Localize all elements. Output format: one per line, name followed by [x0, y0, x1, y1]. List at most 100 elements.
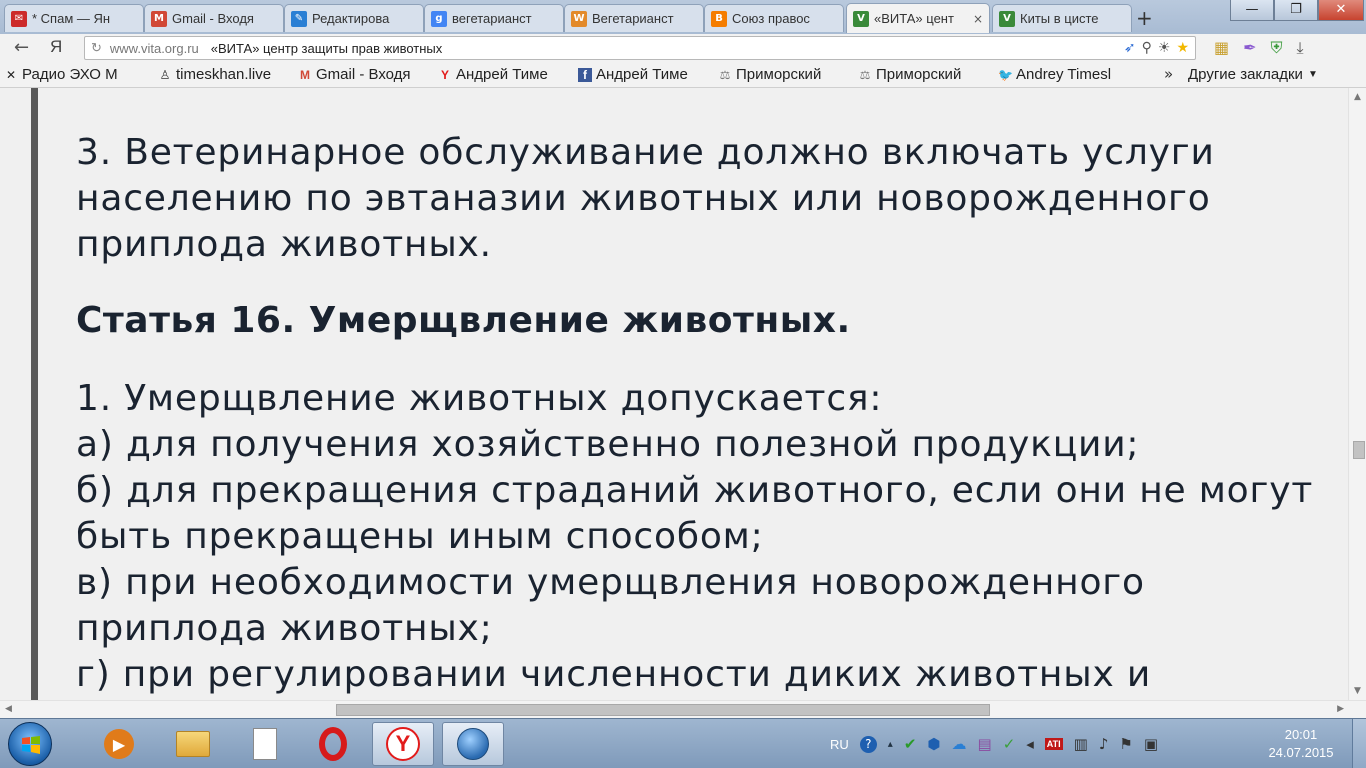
url-host: www.vita.org.ru	[109, 40, 199, 56]
network-icon[interactable]: ▣	[1144, 735, 1158, 753]
back-arrow-icon[interactable]: ←	[14, 37, 29, 58]
tab-edit[interactable]: ✎ Редактирова	[284, 4, 424, 32]
bookmark-facebook[interactable]: f Андрей Тиме	[578, 66, 706, 83]
window-controls: — ❐ ✕	[1230, 0, 1364, 22]
bookmark-label: Andrey Timesl	[1016, 66, 1112, 83]
article-body: 3. Ветеринарное обслуживание должно вклю…	[76, 130, 1346, 698]
show-desktop-button[interactable]	[1352, 719, 1366, 768]
vertical-scroll-thumb[interactable]	[1353, 441, 1365, 459]
vertical-scrollbar[interactable]: ▲ ▼	[1348, 88, 1366, 700]
bookmark-twitter[interactable]: 🐦 Andrey Timesl	[998, 66, 1126, 83]
yandex-logo-icon[interactable]: Я	[50, 37, 62, 57]
scroll-right-arrow-icon[interactable]: ▶	[1337, 704, 1344, 714]
new-tab-button[interactable]: +	[1136, 6, 1153, 30]
download-icon[interactable]: ⤓	[1297, 38, 1304, 58]
bookmark-star-icon[interactable]: ★	[1176, 39, 1189, 56]
bookmark-label: Приморский	[876, 66, 962, 83]
rocket-icon[interactable]: ➶	[1124, 39, 1136, 56]
bookmarks-overflow-button[interactable]: »	[1164, 65, 1173, 83]
tray-chevron-icon[interactable]: ▴	[888, 739, 893, 750]
bookmark-primorsky-2[interactable]: ⚖ Приморский	[858, 66, 986, 83]
toolbar-extensions: ▦ ✒ ⛨ ⤓	[1214, 38, 1304, 58]
article-paragraph: 1. Умерщвление животных допускается:	[76, 378, 883, 419]
volume-icon[interactable]: ♪	[1099, 735, 1109, 753]
page-title: «ВИТА» центр защиты прав животных	[210, 40, 443, 56]
horizontal-scrollbar[interactable]: ◀ ▶	[0, 700, 1366, 718]
bookmark-echo[interactable]: ✕ Радио ЭХО М	[4, 66, 146, 83]
tab-title: Вегетарианст	[592, 11, 674, 26]
article-list-item: в) при необходимости умерщвления новорож…	[76, 562, 1145, 649]
windows-logo-icon	[22, 736, 40, 754]
tab-google-search[interactable]: g вегетарианст	[424, 4, 564, 32]
minimize-button[interactable]: —	[1230, 0, 1274, 21]
address-bar[interactable]: ↻ www.vita.org.ru «ВИТА» центр защиты пр…	[84, 36, 1196, 60]
reload-icon[interactable]: ↻	[91, 40, 102, 56]
wiki-icon: W	[571, 10, 587, 27]
close-button[interactable]: ✕	[1318, 0, 1364, 21]
bookmark-primorsky-1[interactable]: ⚖ Приморский	[718, 66, 846, 83]
taskbar-media-player[interactable]: ▶	[88, 722, 150, 766]
taskbar-document[interactable]	[234, 722, 296, 766]
article-heading: Статья 16. Умерщвление животных.	[76, 300, 851, 341]
taskbar-opera[interactable]	[302, 722, 364, 766]
feather-icon[interactable]: ✒	[1243, 38, 1256, 58]
taskbar-explorer[interactable]	[162, 722, 224, 766]
bookmark-label: Приморский	[736, 66, 822, 83]
article-list-item: г) при регулировании численности диких ж…	[76, 654, 1152, 695]
other-bookmarks-button[interactable]: Другие закладки ▼	[1188, 66, 1338, 83]
browser-toolbar: ← Я ↻ www.vita.org.ru «ВИТА» центр защит…	[0, 34, 1366, 62]
horizontal-scroll-thumb[interactable]	[336, 704, 990, 716]
chevron-down-icon: ▼	[1307, 69, 1318, 80]
facebook-icon: f	[578, 67, 592, 82]
tab-wiki[interactable]: W Вегетарианст	[564, 4, 704, 32]
taskbar-yandex-browser[interactable]: Y	[372, 722, 434, 766]
tab-title: вегетарианст	[452, 11, 532, 26]
tab-title: Gmail - Входя	[172, 11, 254, 26]
bookmark-label: Андрей Тиме	[456, 66, 548, 83]
opera-icon	[319, 727, 347, 761]
ati-icon[interactable]: ATI	[1044, 738, 1063, 750]
tray-graph-icon[interactable]: ▤	[978, 735, 992, 753]
bookmark-timeskhan[interactable]: ♙ timeskhan.live	[158, 66, 286, 83]
bookmark-label: Gmail - Входя	[316, 66, 411, 83]
content-left-border	[31, 88, 38, 700]
scroll-down-arrow-icon[interactable]: ▼	[1354, 686, 1361, 696]
tab-spam[interactable]: ✉ * Спам — Ян	[4, 4, 144, 32]
tab-vita-active[interactable]: V «ВИТА» цент ×	[846, 3, 990, 33]
bookmark-gmail[interactable]: M Gmail - Входя	[298, 66, 426, 83]
tray-cloud-icon[interactable]: ☁	[952, 735, 967, 753]
article-paragraph: 3. Ветеринарное обслуживание должно вклю…	[76, 132, 1215, 265]
restore-button[interactable]: ❐	[1274, 0, 1318, 21]
vita-icon: V	[853, 10, 869, 27]
blogger-icon: B	[711, 10, 727, 27]
tab-gmail[interactable]: M Gmail - Входя	[144, 4, 284, 32]
help-icon[interactable]: ?	[859, 735, 877, 753]
tray-app-icon[interactable]: ✔	[904, 735, 917, 753]
tray-check-icon[interactable]: ✓	[1003, 735, 1016, 753]
start-button[interactable]	[8, 722, 52, 766]
article-list-item: а) для получения хозяйственно полезной п…	[76, 424, 1140, 465]
language-indicator[interactable]: RU	[830, 737, 849, 752]
tab-whales[interactable]: V Киты в цисте	[992, 4, 1132, 32]
close-icon[interactable]: ×	[973, 12, 983, 26]
media-player-icon: ▶	[104, 729, 134, 759]
action-center-flag-icon[interactable]: ⚑	[1119, 735, 1132, 753]
clock-time: 20:01	[1284, 727, 1318, 742]
tray-hex-icon[interactable]: ⬢	[927, 735, 940, 753]
scroll-up-arrow-icon[interactable]: ▲	[1354, 92, 1361, 102]
tray-device-icon[interactable]: ▥	[1074, 735, 1088, 753]
bookmark-yandex[interactable]: Y Андрей Тиме	[438, 66, 566, 83]
system-clock[interactable]: 20:01 24.07.2015	[1268, 726, 1334, 762]
scroll-left-arrow-icon[interactable]: ◀	[5, 704, 12, 714]
gmail-icon: M	[151, 10, 167, 27]
lightbulb-icon[interactable]: ☀	[1158, 39, 1171, 56]
zoom-icon[interactable]: ⚲	[1142, 39, 1152, 56]
folder-icon	[176, 731, 210, 757]
vita-icon: V	[999, 10, 1015, 27]
twitter-icon: 🐦	[998, 67, 1013, 82]
tab-blogger[interactable]: B Союз правос	[704, 4, 844, 32]
tray-speaker-icon[interactable]: ◂	[1026, 735, 1034, 753]
shield-icon[interactable]: ⛨	[1271, 38, 1283, 58]
calendar-icon[interactable]: ▦	[1214, 38, 1229, 58]
taskbar-network-app[interactable]	[442, 722, 504, 766]
